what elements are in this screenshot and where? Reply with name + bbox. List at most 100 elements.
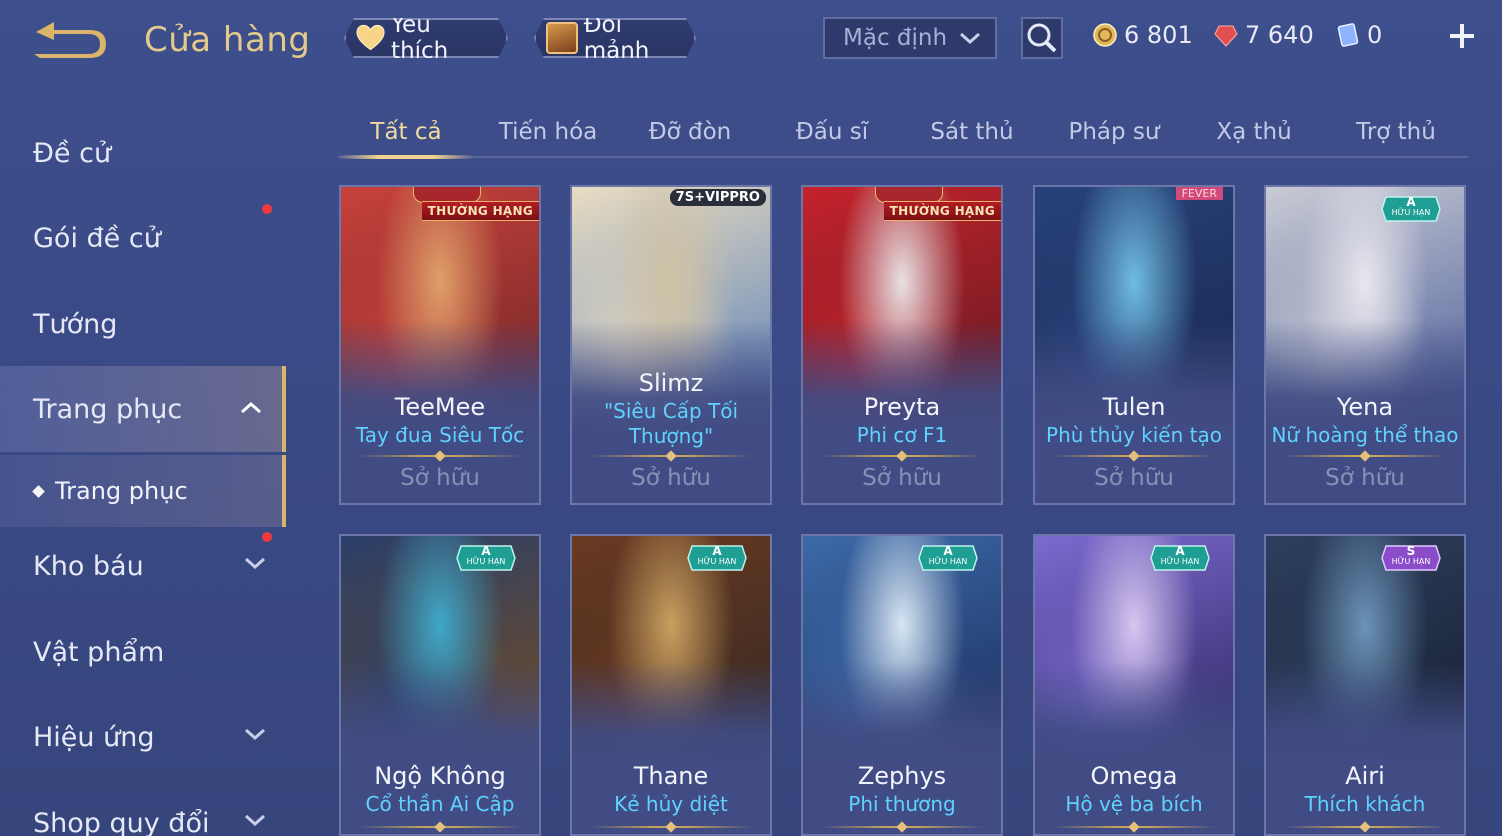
rank-letter: S: [1406, 544, 1416, 558]
tab-support[interactable]: Trợ thủ: [1328, 108, 1464, 156]
back-button[interactable]: [30, 18, 116, 68]
sidebar-item-featured[interactable]: Đề cử: [0, 118, 286, 188]
rank-letter: A: [1175, 544, 1185, 558]
sidebar-item-label: Trang phục: [33, 393, 183, 425]
skin-name: Hộ vệ ba bích: [1065, 792, 1203, 816]
tab-evolution[interactable]: Tiến hóa: [480, 108, 616, 156]
search-button[interactable]: [1021, 17, 1063, 59]
chevron-down-icon: [245, 557, 265, 570]
tab-label: Sát thủ: [930, 119, 1014, 145]
hero-name: Preyta: [863, 393, 941, 421]
sort-value: Mặc định: [843, 25, 948, 51]
gold-coin-icon: [1093, 23, 1117, 47]
tab-all[interactable]: Tất cả: [338, 108, 474, 159]
rank-badge: A HỮU HẠN: [686, 544, 748, 572]
hero-name: TeeMee: [394, 393, 486, 421]
card-divider: [1284, 826, 1446, 828]
tab-label: Đấu sĩ: [795, 119, 869, 145]
back-arrow-icon: [34, 22, 106, 58]
card-divider: [1053, 455, 1215, 457]
rank-ribbon: THƯỜNG HẠNG: [421, 201, 539, 221]
card-divider: [1053, 826, 1215, 828]
skin-card[interactable]: A HỮU HẠN Zephys Phi thương: [801, 534, 1003, 836]
tab-label: Tiến hóa: [498, 119, 598, 145]
gem-card-icon: [1337, 23, 1359, 47]
favorite-label: Yêu thích: [391, 12, 449, 64]
skin-card[interactable]: THƯỜNG HẠNG Preyta Phi cơ F1 Sở hữu: [801, 185, 1003, 505]
rank-badge: A HỮU HẠN: [1380, 195, 1442, 223]
skin-name: Cổ thần Ai Cập: [365, 792, 515, 816]
tab-assassin[interactable]: Sát thủ: [904, 108, 1040, 156]
sidebar-item-items[interactable]: Vật phẩm: [0, 617, 286, 687]
role-tabs: Tất cả Tiến hóa Đỡ đòn Đấu sĩ Sát thủ Ph…: [338, 108, 1468, 159]
skin-name: Phi cơ F1: [856, 423, 948, 447]
tab-label: Pháp sư: [1068, 119, 1160, 145]
gold-value: 6 801: [1124, 21, 1193, 49]
skin-card[interactable]: S HỮU HẠN Airi Thích khách: [1264, 534, 1466, 836]
rank-letter: A: [481, 544, 491, 558]
sidebar-item-label: Gói đề cử: [33, 222, 161, 254]
sidebar-item-treasure[interactable]: Kho báu: [0, 531, 286, 601]
sidebar-item-label: Kho báu: [33, 550, 144, 582]
skin-card[interactable]: A HỮU HẠN Omega Hộ vệ ba bích: [1033, 534, 1235, 836]
shard-exchange-button[interactable]: Đổi mảnh: [534, 18, 696, 58]
tab-tank[interactable]: Đỡ đòn: [622, 108, 758, 156]
skin-card[interactable]: A HỮU HẠN Ngộ Không Cổ thần Ai Cập: [339, 534, 541, 836]
sidebar-subitem-skins[interactable]: Trang phục: [0, 455, 286, 527]
notification-dot: [262, 204, 272, 214]
shard-exchange-label: Đổi mảnh: [583, 12, 650, 64]
tab-label: Tất cả: [370, 119, 442, 145]
chevron-up-icon: [241, 401, 261, 414]
add-currency-button[interactable]: [1446, 20, 1478, 52]
owned-status: Sở hữu: [1325, 465, 1405, 491]
bullet-icon: [32, 484, 45, 498]
rank-sub-label: HỮU HẠN: [1391, 208, 1431, 217]
hero-name: Tulen: [1102, 393, 1166, 421]
rank-sub-label: HỮU HẠN: [466, 557, 506, 566]
rank-ribbon: THƯỜNG HẠNG: [883, 201, 1001, 221]
sidebar-subitem-label: Trang phục: [55, 477, 188, 505]
rank-badge: A HỮU HẠN: [455, 544, 517, 572]
skin-card[interactable]: FEVER Tulen Phù thủy kiến tạo Sở hữu: [1033, 185, 1235, 505]
sidebar-item-heroes[interactable]: Tướng: [0, 289, 286, 359]
heart-icon: [356, 24, 385, 52]
hero-name: Zephys: [857, 762, 947, 790]
chevron-down-icon: [960, 32, 980, 45]
hero-name: Ngộ Không: [374, 762, 506, 790]
sidebar-item-effects[interactable]: Hiệu ứng: [0, 702, 286, 772]
skin-card[interactable]: 7S+VIPPRO Slimz "Siêu Cấp Tối Thượng" Sở hữ…: [570, 185, 772, 505]
search-icon: [1027, 23, 1057, 53]
card-divider: [1284, 455, 1446, 457]
ruby-balance: 7 640: [1213, 20, 1314, 50]
chevron-down-icon: [245, 814, 265, 827]
tab-marksman[interactable]: Xạ thủ: [1186, 108, 1322, 156]
hero-name: Airi: [1345, 762, 1385, 790]
sidebar-item-skins[interactable]: Trang phục: [0, 366, 286, 452]
rank-sub-label: HỮU HẠN: [1160, 557, 1200, 566]
skin-name: Nữ hoàng thể thao: [1271, 423, 1459, 447]
tab-label: Đỡ đòn: [648, 119, 732, 145]
ruby-value: 7 640: [1245, 21, 1314, 49]
rank-badge: S HỮU HẠN: [1380, 544, 1442, 572]
skin-card[interactable]: A HỮU HẠN Yena Nữ hoàng thể thao Sở hữu: [1264, 185, 1466, 505]
sidebar: Đề cử Gói đề cử Tướng Trang phục Trang p…: [0, 110, 286, 836]
gem-value: 0: [1367, 21, 1383, 49]
card-divider: [821, 455, 983, 457]
tab-fighter[interactable]: Đấu sĩ: [764, 108, 900, 156]
tab-mage[interactable]: Pháp sư: [1046, 108, 1182, 156]
sort-dropdown[interactable]: Mặc định: [823, 17, 997, 59]
sidebar-item-label: Đề cử: [33, 137, 112, 169]
skin-card[interactable]: THƯỜNG HẠNG TeeMee Tay đua Siêu Tốc Sở hữu: [339, 185, 541, 505]
favorite-button[interactable]: Yêu thích: [344, 18, 508, 58]
card-divider: [590, 455, 752, 457]
skin-name: Tay đua Siêu Tốc: [355, 423, 525, 447]
sidebar-item-exchange-shop[interactable]: Shop quy đổi: [0, 788, 286, 836]
chevron-down-icon: [245, 728, 265, 741]
fever-tag: FEVER: [1175, 187, 1223, 200]
sidebar-item-label: Hiệu ứng: [33, 721, 155, 753]
vip-tag: 7S+VIPPRO: [669, 189, 766, 206]
sidebar-item-bundles[interactable]: Gói đề cử: [0, 203, 286, 273]
gold-balance: 6 801: [1092, 20, 1193, 50]
skin-name: Phi thương: [848, 792, 956, 816]
skin-card[interactable]: A HỮU HẠN Thane Kẻ hủy diệt: [570, 534, 772, 836]
